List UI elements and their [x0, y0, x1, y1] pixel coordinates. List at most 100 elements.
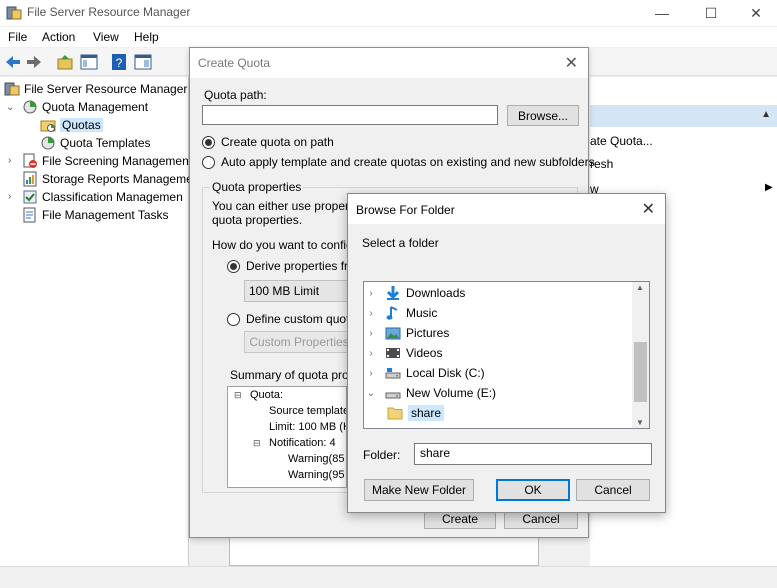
template-icon [41, 136, 55, 150]
file-tasks-icon [23, 207, 36, 223]
tree-item-classification[interactable]: Classification Managemen [22, 188, 183, 206]
scroll-down-icon[interactable]: ▼ [636, 418, 644, 427]
minimize-button[interactable]: — [639, 0, 685, 26]
folder-label: Pictures [406, 326, 450, 340]
custom-properties-radio[interactable] [227, 313, 240, 326]
tree-item-quotas[interactable]: Quotas [40, 116, 103, 134]
tree-item-quota-templates[interactable]: Quota Templates [40, 134, 151, 152]
tree-item-storage-reports[interactable]: Storage Reports Manageme [22, 170, 193, 188]
tree-label: File Server Resource Manager (L [24, 82, 202, 96]
menu-help[interactable]: Help [134, 30, 159, 44]
folder-tree[interactable]: › Downloads › Music › Pictures › Videos … [363, 281, 650, 429]
folder-item-pictures[interactable]: › Pictures [364, 323, 449, 343]
folder-item-downloads[interactable]: › Downloads [364, 283, 465, 303]
quota-properties-heading: Quota properties [210, 180, 304, 194]
tree-item-file-management[interactable]: File Management Tasks [22, 206, 169, 224]
properties-description: You can either use properties [212, 199, 368, 213]
make-new-folder-button[interactable]: Make New Folder [364, 479, 474, 501]
folder-label: Videos [406, 346, 443, 360]
folder-label: Local Disk (C:) [406, 366, 485, 380]
tree-item-root[interactable]: File Server Resource Manager (L [4, 80, 201, 98]
maximize-button[interactable]: ☐ [688, 0, 734, 26]
server-icon [6, 6, 22, 20]
scroll-up-icon[interactable]: ▲ [636, 283, 644, 292]
up-folder-icon[interactable] [56, 53, 74, 71]
expand-chevron-icon[interactable]: › [364, 288, 378, 299]
dialog-title: Browse For Folder [356, 203, 455, 217]
folder-item-new-volume[interactable]: ⌄ New Volume (E:) [364, 383, 496, 403]
dialog-title: Create Quota [198, 56, 271, 70]
folder-item-local-disk[interactable]: › Local Disk (C:) [364, 363, 485, 383]
folder-item-videos[interactable]: › Videos [364, 343, 442, 363]
expand-chevron-icon[interactable]: › [364, 368, 378, 379]
expand-chevron-icon[interactable]: › [8, 155, 11, 166]
tree-item-file-screening[interactable]: File Screening Management [22, 152, 192, 170]
close-icon[interactable]: ✕ [642, 199, 655, 219]
collapse-box-icon[interactable]: ⊟ [253, 438, 261, 449]
menu-action[interactable]: Action [42, 30, 75, 44]
folder-icon [386, 405, 404, 421]
menu-view[interactable]: View [93, 30, 119, 44]
back-icon[interactable] [4, 53, 22, 71]
svg-text:?: ? [116, 56, 123, 70]
auto-apply-radio[interactable] [202, 156, 215, 169]
custom-properties-button[interactable]: Custom Properties [244, 331, 354, 353]
vertical-scrollbar[interactable]: ▲ ▼ [632, 282, 649, 428]
submenu-arrow-icon: ▶ [765, 182, 773, 193]
folder-label: Downloads [406, 286, 466, 300]
summary-notification: Notification: 4 [269, 437, 336, 449]
download-icon [384, 285, 402, 301]
classification-icon [23, 190, 37, 204]
tree-label: Classification Managemen [42, 190, 183, 204]
forward-icon[interactable] [25, 53, 43, 71]
expand-chevron-icon[interactable]: › [364, 328, 378, 339]
folder-label: New Volume (E:) [406, 386, 497, 400]
videos-icon [384, 345, 402, 361]
tree-item-quota-management[interactable]: Quota Management [22, 98, 148, 116]
expand-chevron-icon[interactable]: › [364, 308, 378, 319]
drive-icon [384, 385, 402, 401]
action-pane-icon[interactable] [134, 53, 152, 71]
action-create-quota[interactable]: ate Quota... [590, 134, 653, 148]
collapse-arrow-icon[interactable]: ▲ [761, 109, 771, 120]
collapse-box-icon[interactable]: ⊟ [234, 390, 242, 401]
help-icon[interactable]: ? [110, 53, 128, 71]
browse-button[interactable]: Browse... [507, 105, 579, 126]
reports-icon [23, 171, 37, 187]
ok-button[interactable]: OK [496, 479, 570, 501]
collapse-chevron-icon[interactable]: ⌄ [364, 388, 378, 399]
cancel-button[interactable]: Cancel [576, 479, 650, 501]
tree-label: Quotas [60, 118, 103, 132]
auto-apply-label: Auto apply template and create quotas on… [221, 155, 595, 169]
quota-management-icon [23, 100, 37, 114]
configure-question: How do you want to configur [212, 238, 364, 252]
quota-path-label: Quota path: [204, 88, 267, 102]
create-quota-label: Create quota on path [221, 135, 334, 149]
tree-label: Quota Templates [60, 136, 151, 150]
derive-properties-radio[interactable] [227, 260, 240, 273]
folder-quota-icon [40, 120, 56, 132]
expand-chevron-icon[interactable]: › [364, 348, 378, 359]
folder-item-share[interactable]: share [386, 403, 445, 423]
close-icon[interactable]: ✕ [565, 53, 578, 73]
window-title: File Server Resource Manager [27, 5, 191, 19]
music-icon [384, 305, 402, 321]
server-icon [4, 82, 20, 96]
show-hide-tree-icon[interactable] [80, 53, 98, 71]
tree-label: Storage Reports Manageme [42, 172, 193, 186]
summary-source-template: Source template [269, 405, 347, 417]
folder-name-input[interactable]: share [414, 443, 652, 465]
expand-chevron-icon[interactable]: › [8, 191, 11, 202]
create-quota-radio[interactable] [202, 136, 215, 149]
menu-file[interactable]: File [8, 30, 27, 44]
console-tree: File Server Resource Manager (L ⌄ Quota … [0, 77, 201, 588]
collapse-chevron-icon[interactable]: ⌄ [6, 102, 14, 113]
drive-icon [384, 365, 402, 381]
folder-label-text: Folder: [363, 448, 401, 462]
scroll-thumb[interactable] [634, 342, 647, 402]
summary-tree: ⊟ Quota: Source template Limit: 100 MB (… [227, 386, 347, 488]
folder-item-music[interactable]: › Music [364, 303, 437, 323]
menu-bar: File Action View Help [0, 27, 777, 47]
close-button[interactable]: ✕ [733, 0, 777, 26]
quota-path-input[interactable] [202, 105, 498, 125]
